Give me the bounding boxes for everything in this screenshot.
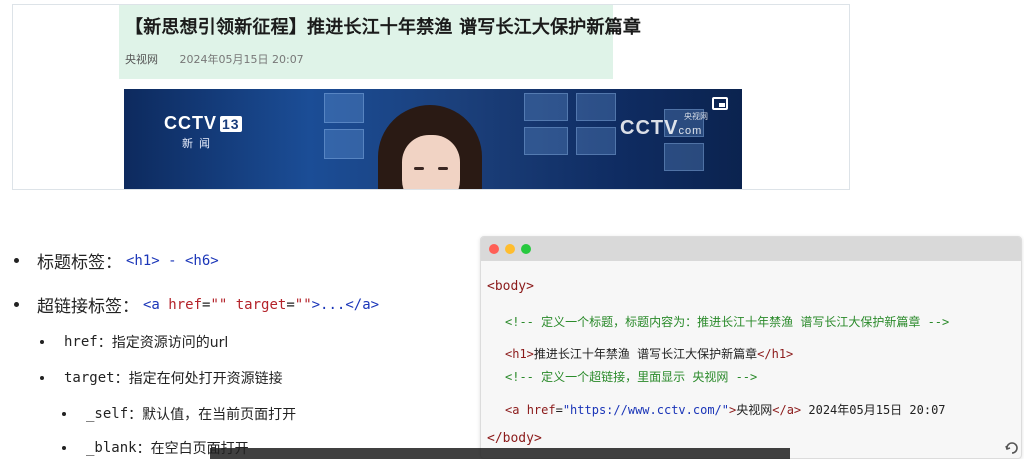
bullet-dot bbox=[62, 446, 66, 450]
code-heading-tags: <h1> - <h6> bbox=[126, 252, 219, 269]
code-window: <body> <!-- 定义一个标题，标题内容为：推进长江十年禁渔 谱写长江大保… bbox=[480, 236, 1022, 459]
cctv-watermark-cn: 央视网 bbox=[684, 112, 708, 121]
maximize-window-button[interactable] bbox=[521, 244, 531, 254]
bullet-dot bbox=[40, 340, 44, 344]
news-source[interactable]: 央视网 bbox=[125, 53, 158, 66]
news-datetime: 2024年05月15日 20:07 bbox=[179, 53, 304, 66]
channel-logo: CCTV 13 bbox=[164, 113, 242, 133]
bullet-heading-tags: 标题标签： <h1> - <h6> bbox=[14, 248, 219, 273]
bullet-href: href ：指定资源访问的url bbox=[40, 332, 228, 352]
news-header: 【新思想引领新征程】推进长江十年禁渔 谱写长江大保护新篇章 央视网 2024年0… bbox=[119, 5, 641, 79]
bullet-dot bbox=[40, 376, 44, 380]
bullet-self: _self ：默认值，在当前页面打开 bbox=[62, 404, 296, 424]
news-title: 【新思想引领新征程】推进长江十年禁渔 谱写长江大保护新篇章 bbox=[125, 17, 642, 38]
subtitle-overlay bbox=[210, 448, 790, 459]
code-line-anchor: <a href="https://www.cctv.com/">央视网</a> … bbox=[505, 403, 946, 417]
news-anchor-image bbox=[370, 105, 490, 189]
code-line-body-open: <body> bbox=[487, 279, 534, 294]
news-preview: 【新思想引领新征程】推进长江十年禁渔 谱写长江大保护新篇章 央视网 2024年0… bbox=[12, 4, 850, 190]
bullet-link-tag: 超链接标签： <a href="" target="">...</a> bbox=[14, 292, 379, 317]
bullet-dot bbox=[14, 258, 19, 263]
resize-icon[interactable] bbox=[1004, 440, 1020, 456]
news-video[interactable]: CCTV 13 新闻 CCTVcom 央视网 bbox=[124, 89, 742, 189]
bullet-dot bbox=[62, 412, 66, 416]
bullet-target: target ：指定在何处打开资源链接 bbox=[40, 368, 283, 388]
code-line-comment-heading: <!-- 定义一个标题，标题内容为：推进长江十年禁渔 谱写长江大保护新篇章 --… bbox=[505, 315, 950, 329]
code-line-h1: <h1>推进长江十年禁渔 谱写长江大保护新篇章</h1> bbox=[505, 347, 794, 361]
news-meta: 央视网 2024年05月15日 20:07 bbox=[125, 51, 304, 67]
code-line-comment-link: <!-- 定义一个超链接，里面显示 央视网 --> bbox=[505, 370, 758, 384]
code-line-body-close: </body> bbox=[487, 431, 542, 446]
close-window-button[interactable] bbox=[489, 244, 499, 254]
bullet-dot bbox=[14, 302, 19, 307]
code-link-tag: <a href="" target="">...</a> bbox=[143, 296, 380, 313]
channel-sub: 新闻 bbox=[182, 137, 216, 150]
picture-in-picture-icon[interactable] bbox=[712, 97, 728, 110]
window-titlebar bbox=[481, 237, 1021, 261]
minimize-window-button[interactable] bbox=[505, 244, 515, 254]
